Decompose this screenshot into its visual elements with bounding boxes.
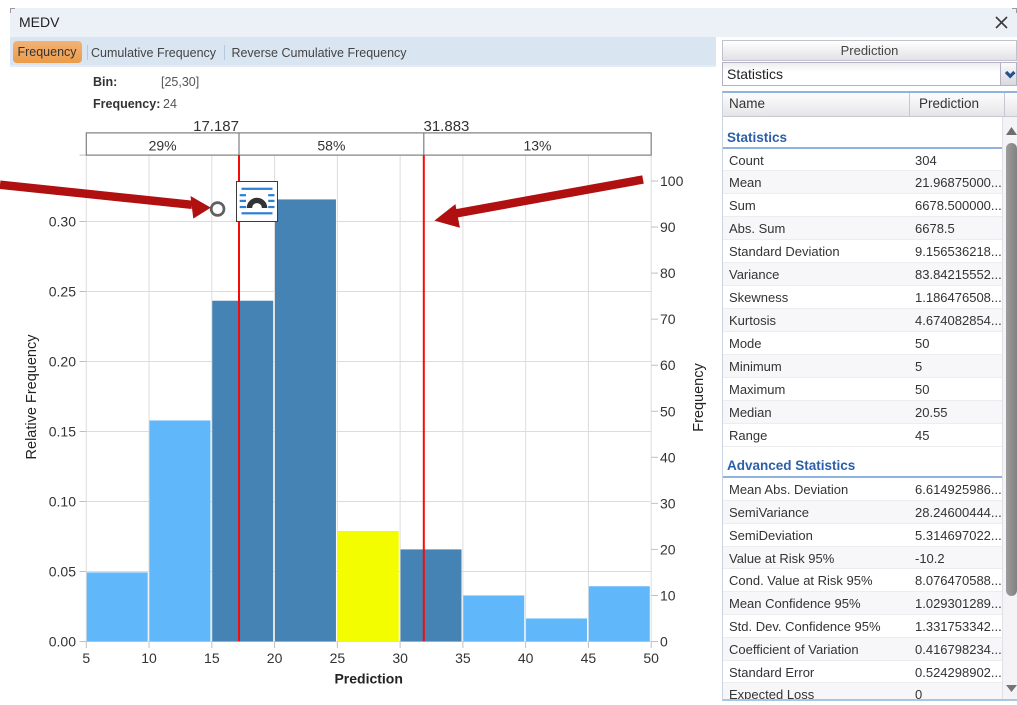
svg-text:60: 60 bbox=[660, 357, 676, 373]
svg-text:13%: 13% bbox=[523, 138, 551, 154]
svg-text:10: 10 bbox=[141, 650, 157, 666]
svg-text:0.25: 0.25 bbox=[49, 284, 76, 300]
svg-text:30: 30 bbox=[392, 650, 408, 666]
svg-text:15: 15 bbox=[204, 650, 220, 666]
svg-text:31.883: 31.883 bbox=[424, 118, 470, 135]
svg-text:Frequency:: Frequency: bbox=[93, 97, 160, 111]
svg-text:10: 10 bbox=[660, 587, 676, 603]
svg-text:90: 90 bbox=[660, 219, 676, 235]
svg-text:20: 20 bbox=[660, 541, 676, 557]
svg-text:0.05: 0.05 bbox=[49, 564, 76, 580]
svg-text:80: 80 bbox=[660, 265, 676, 281]
svg-text:0: 0 bbox=[660, 634, 668, 650]
svg-text:17.187: 17.187 bbox=[193, 118, 239, 135]
svg-text:40: 40 bbox=[518, 650, 534, 666]
svg-text:45: 45 bbox=[581, 650, 597, 666]
svg-text:Prediction: Prediction bbox=[334, 671, 402, 687]
svg-text:0.30: 0.30 bbox=[49, 214, 76, 230]
svg-text:70: 70 bbox=[660, 311, 676, 327]
svg-text:Relative Frequency: Relative Frequency bbox=[24, 334, 40, 460]
svg-text:0.10: 0.10 bbox=[49, 494, 76, 510]
svg-text:29%: 29% bbox=[149, 138, 177, 154]
svg-text:58%: 58% bbox=[317, 138, 345, 154]
svg-text:[25,30]: [25,30] bbox=[161, 75, 199, 89]
svg-text:50: 50 bbox=[643, 650, 659, 666]
svg-text:30: 30 bbox=[660, 495, 676, 511]
svg-text:24: 24 bbox=[163, 97, 177, 111]
svg-text:20: 20 bbox=[267, 650, 283, 666]
svg-text:100: 100 bbox=[660, 173, 684, 189]
svg-text:0.00: 0.00 bbox=[49, 634, 76, 650]
svg-text:35: 35 bbox=[455, 650, 471, 666]
svg-text:25: 25 bbox=[330, 650, 346, 666]
svg-text:Bin:: Bin: bbox=[93, 75, 117, 89]
svg-text:5: 5 bbox=[82, 650, 90, 666]
svg-text:0.15: 0.15 bbox=[49, 424, 76, 440]
svg-text:Frequency: Frequency bbox=[691, 363, 707, 432]
svg-text:0.20: 0.20 bbox=[49, 354, 76, 370]
svg-text:50: 50 bbox=[660, 403, 676, 419]
svg-text:40: 40 bbox=[660, 449, 676, 465]
